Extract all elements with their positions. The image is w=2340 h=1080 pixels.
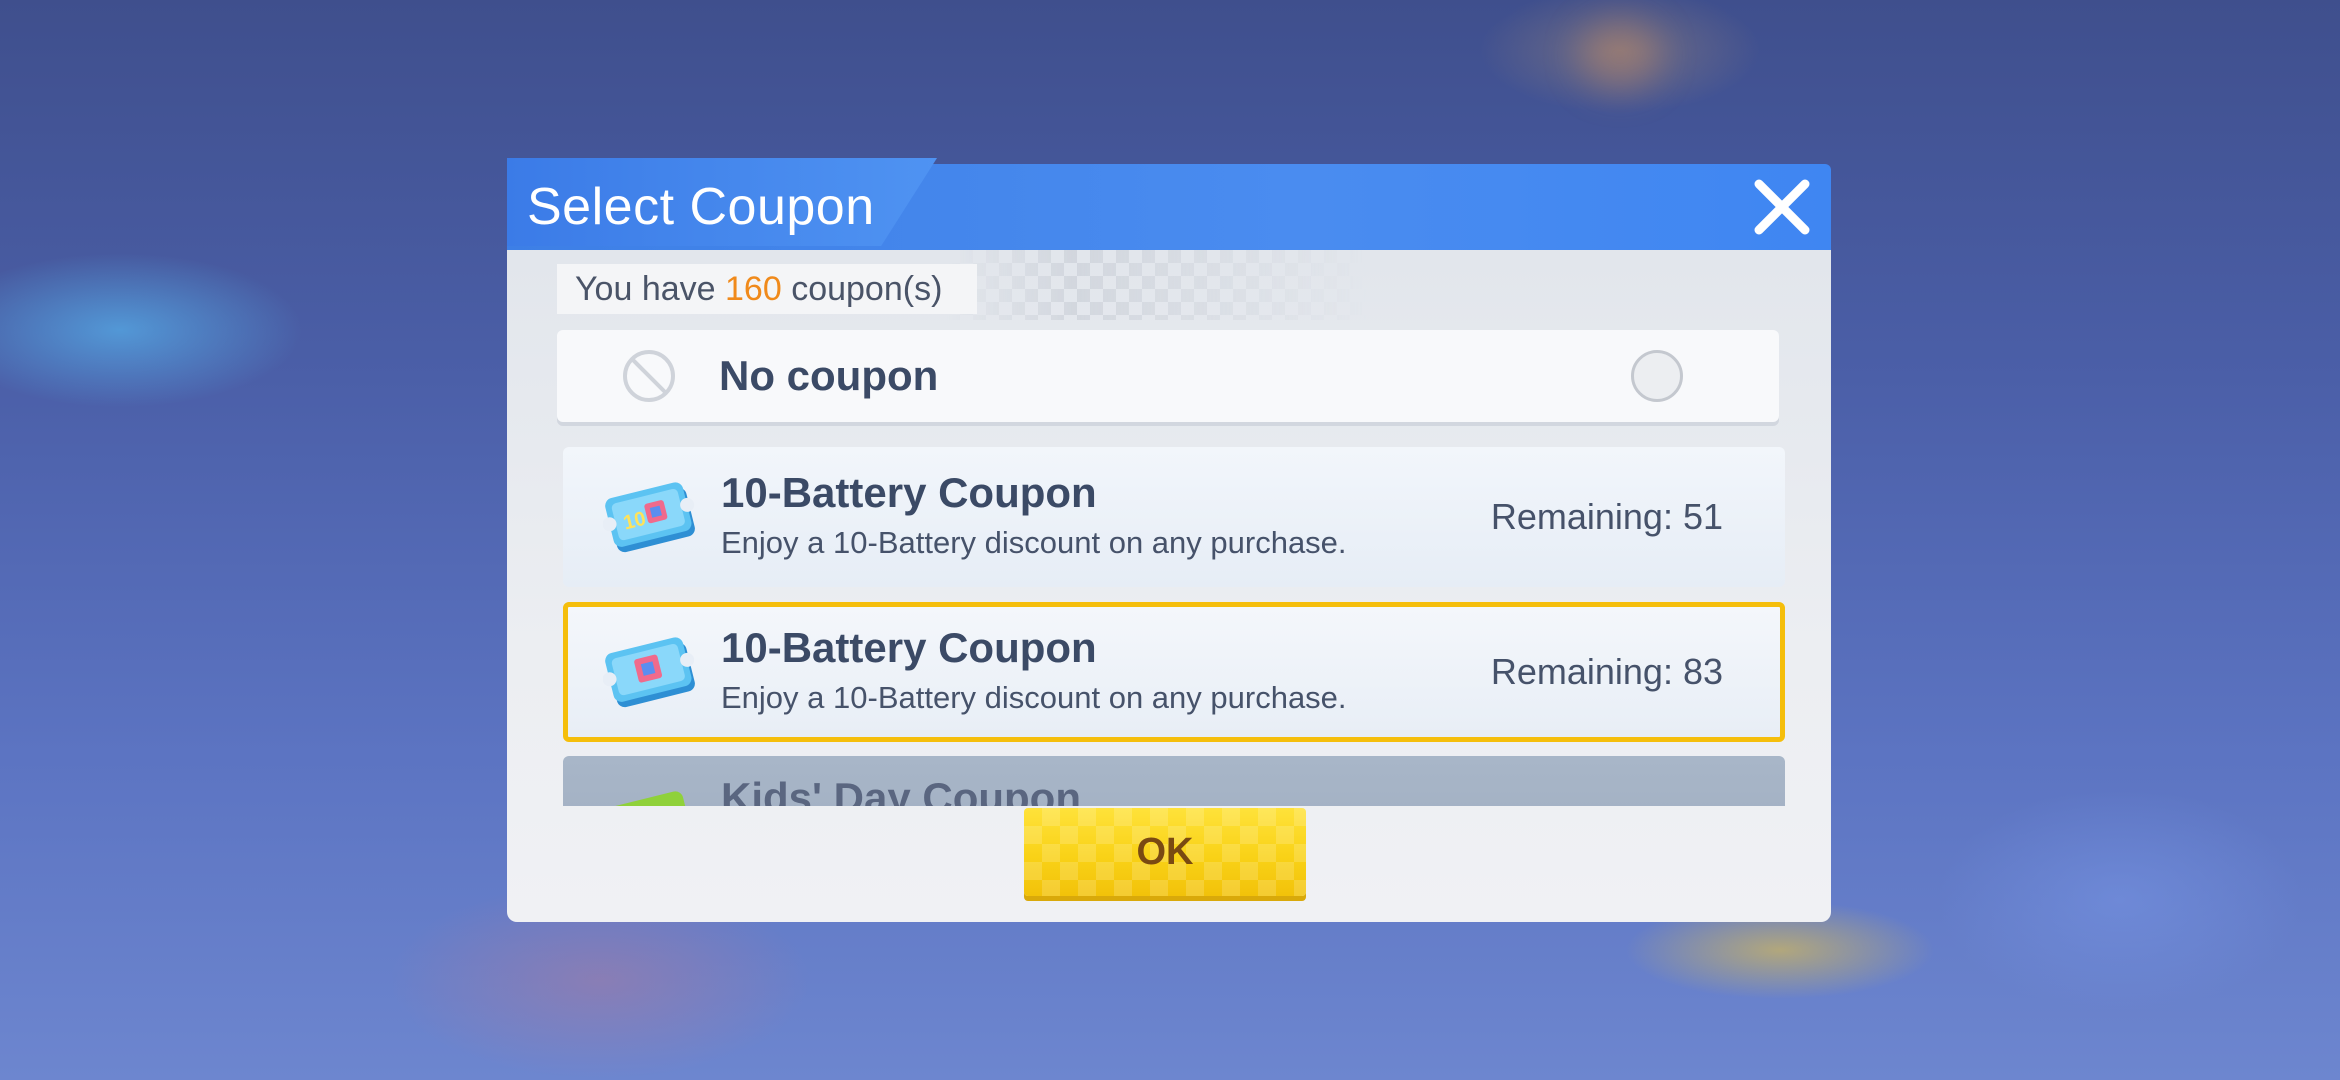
close-button[interactable]	[1751, 176, 1813, 238]
ok-button-label: OK	[1136, 831, 1194, 873]
coupon-count-prefix: You have	[575, 270, 716, 308]
coupon-name: Kids' Day Coupon	[721, 774, 1081, 806]
coupon-remaining: Remaining: 83	[1490, 651, 1723, 692]
coupon-list[interactable]: No coupon 10 10-Battery Coupon Enjoy a 1…	[557, 330, 1787, 806]
no-coupon-radio[interactable]	[1631, 350, 1683, 402]
coupon-count-bar: You have 160 coupon(s)	[557, 264, 977, 314]
dialog-body: You have 160 coupon(s) No coupon 10 10-B…	[507, 250, 1831, 922]
coupon-description: Enjoy a 10-Battery discount on any purch…	[721, 680, 1347, 715]
kids-day-coupon-icon	[605, 791, 692, 806]
coupon-row-selected[interactable]: 10-Battery Coupon Enjoy a 10-Battery dis…	[563, 602, 1785, 742]
no-entry-icon	[623, 350, 675, 402]
coupon-count-text: You have 160 coupon(s)	[575, 264, 942, 314]
checker-pattern	[947, 250, 1367, 320]
coupon-remaining: Remaining: 51	[1490, 496, 1723, 537]
no-coupon-option[interactable]: No coupon	[557, 330, 1779, 422]
background-glow	[1580, 20, 1660, 90]
select-coupon-dialog: Select Coupon You have 160 coupon(s) No …	[507, 158, 1831, 922]
battery-coupon-ticket-icon	[603, 637, 695, 708]
coupon-count-suffix: coupon(s)	[791, 270, 943, 308]
battery-coupon-ticket-icon: 10	[603, 482, 695, 553]
coupon-row-partial[interactable]: Kids' Day Coupon	[563, 756, 1785, 806]
close-icon	[1754, 179, 1810, 235]
dialog-header: Select Coupon	[507, 158, 1831, 250]
no-coupon-label: No coupon	[719, 352, 939, 399]
coupon-name: 10-Battery Coupon	[721, 624, 1097, 671]
coupon-description: Enjoy a 10-Battery discount on any purch…	[721, 525, 1347, 560]
dialog-title: Select Coupon	[527, 178, 875, 236]
coupon-name: 10-Battery Coupon	[721, 469, 1097, 516]
coupon-row[interactable]: 10 10-Battery Coupon Enjoy a 10-Battery …	[563, 447, 1785, 587]
ok-button[interactable]: OK	[1024, 808, 1306, 896]
coupon-count-number: 160	[725, 270, 782, 308]
